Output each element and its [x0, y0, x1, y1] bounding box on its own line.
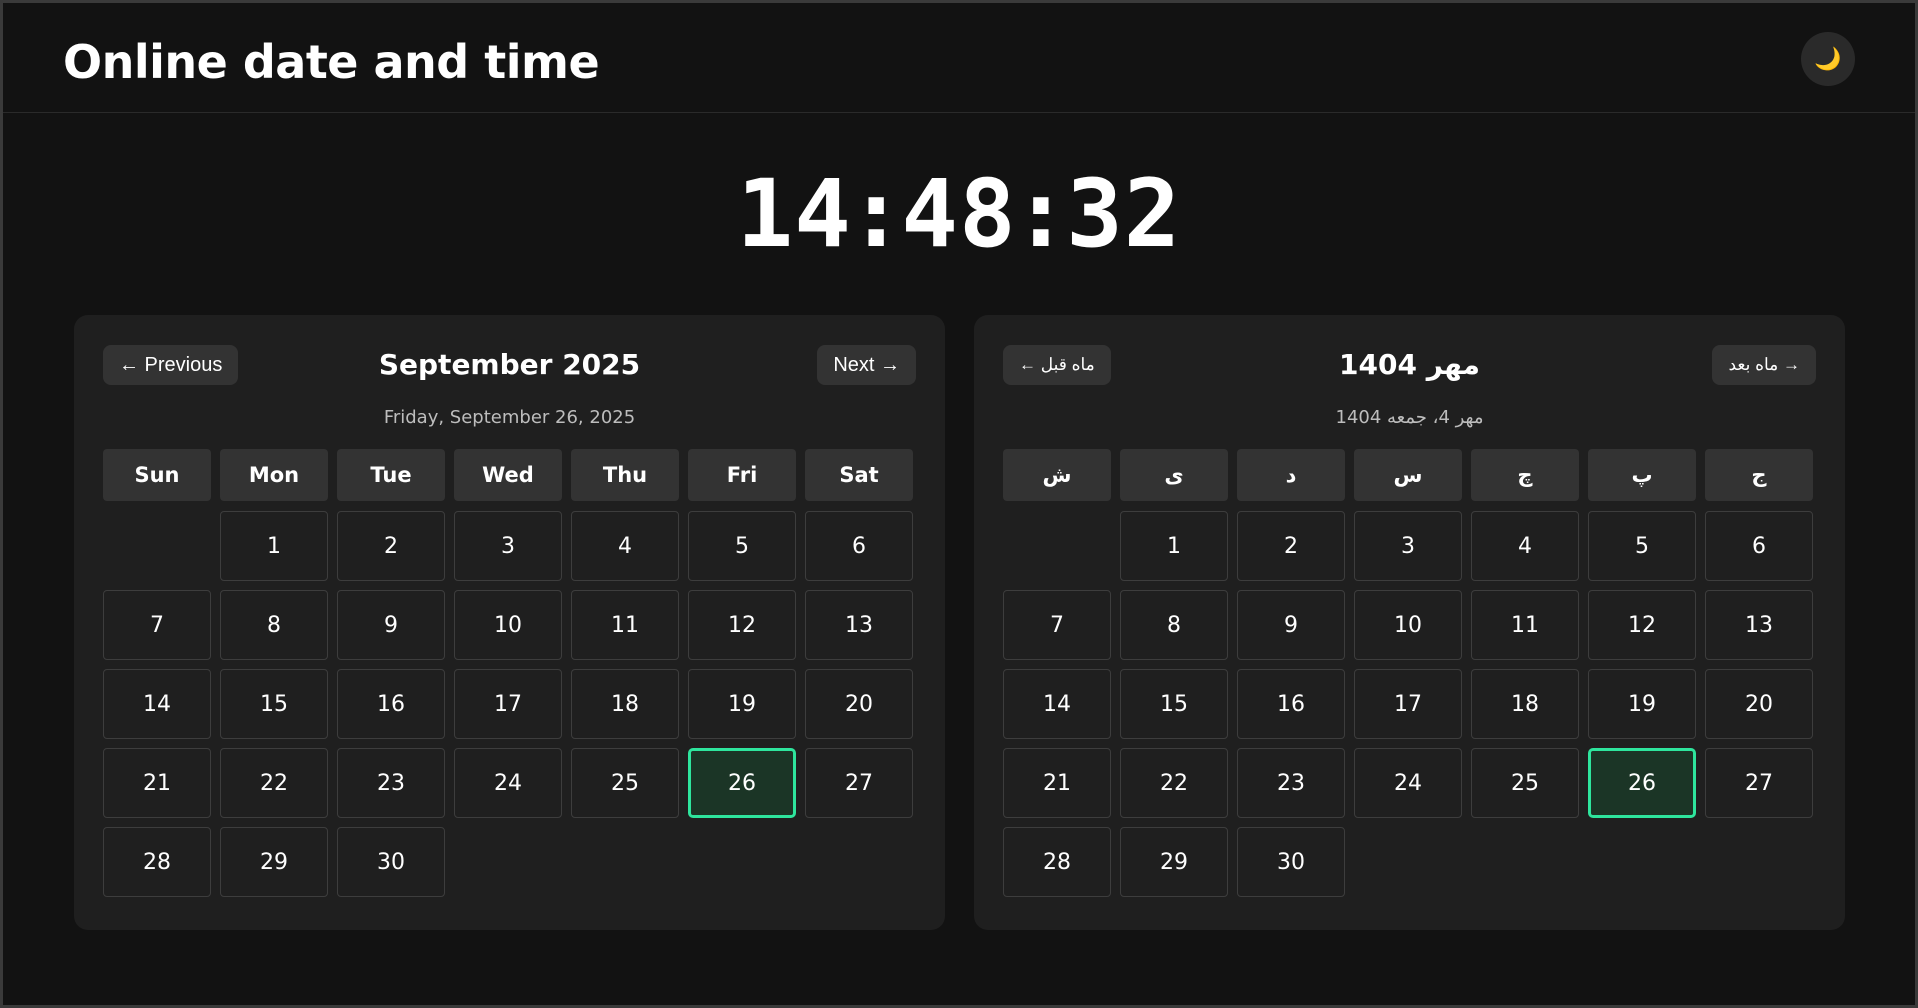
day-cell[interactable]: 23	[337, 748, 445, 818]
weekday-header: Sat	[805, 449, 913, 501]
day-cell[interactable]: 6	[805, 511, 913, 581]
next-month-button[interactable]: Next →	[817, 345, 916, 385]
day-grid: 1 2 3 4 5 6 7 8 9 10 11 12 13 14 15 16 17 18 19 20 21 22 23 24 2…	[103, 511, 916, 897]
day-cell[interactable]: 23	[1237, 748, 1345, 818]
day-cell[interactable]: 1	[220, 511, 328, 581]
day-cell[interactable]: 1	[1120, 511, 1228, 581]
day-cell[interactable]: 17	[454, 669, 562, 739]
day-cell[interactable]: 7	[1003, 590, 1111, 660]
weekday-header: Thu	[571, 449, 679, 501]
day-cell[interactable]: 28	[1003, 827, 1111, 897]
day-cell[interactable]: 21	[103, 748, 211, 818]
day-cell[interactable]: 13	[805, 590, 913, 660]
weekday-header: س	[1354, 449, 1462, 501]
weekday-header: ی	[1120, 449, 1228, 501]
weekday-header: Fri	[688, 449, 796, 501]
day-cell[interactable]: 8	[1120, 590, 1228, 660]
empty-day-cell	[1003, 511, 1111, 581]
weekday-header: Mon	[220, 449, 328, 501]
day-cell[interactable]: 13	[1705, 590, 1813, 660]
day-cell[interactable]: 28	[103, 827, 211, 897]
day-cell[interactable]: 4	[571, 511, 679, 581]
day-cell[interactable]: 20	[1705, 669, 1813, 739]
day-cell[interactable]: 2	[1237, 511, 1345, 581]
weekday-header: پ	[1588, 449, 1696, 501]
persian-calendar: ← ماه قبل مهر 1404 ماه بعد → مهر 4، جمعه…	[974, 315, 1845, 930]
weekday-header: د	[1237, 449, 1345, 501]
gregorian-calendar: ← Previous September 2025 Next → Friday,…	[74, 315, 945, 930]
day-cell[interactable]: 7	[103, 590, 211, 660]
weekday-header-row: ش ی د س چ پ ج	[1003, 449, 1816, 501]
day-cell[interactable]: 6	[1705, 511, 1813, 581]
day-cell[interactable]: 14	[1003, 669, 1111, 739]
day-cell[interactable]: 12	[1588, 590, 1696, 660]
weekday-header-row: Sun Mon Tue Wed Thu Fri Sat	[103, 449, 916, 501]
empty-day-cell	[103, 511, 211, 581]
day-cell[interactable]: 16	[1237, 669, 1345, 739]
day-cell-today[interactable]: 26	[688, 748, 796, 818]
day-cell[interactable]: 29	[220, 827, 328, 897]
day-cell[interactable]: 18	[1471, 669, 1579, 739]
day-cell[interactable]: 3	[1354, 511, 1462, 581]
clock-minutes: 48	[901, 160, 1017, 269]
day-cell[interactable]: 10	[1354, 590, 1462, 660]
day-grid: 1 2 3 4 5 6 7 8 9 10 11 12 13 14 15 16 17 18 19 20 21 22 23 24 2…	[1003, 511, 1816, 897]
app-header: Online date and time 🌙	[3, 3, 1915, 113]
day-cell[interactable]: 11	[1471, 590, 1579, 660]
clock-hours: 14	[736, 160, 852, 269]
month-title: September 2025	[378, 348, 641, 381]
day-cell[interactable]: 9	[337, 590, 445, 660]
day-cell[interactable]: 5	[688, 511, 796, 581]
day-cell[interactable]: 16	[337, 669, 445, 739]
day-cell[interactable]: 22	[220, 748, 328, 818]
day-cell[interactable]: 19	[1588, 669, 1696, 739]
day-cell[interactable]: 30	[337, 827, 445, 897]
day-cell[interactable]: 12	[688, 590, 796, 660]
weekday-header: چ	[1471, 449, 1579, 501]
day-cell[interactable]: 30	[1237, 827, 1345, 897]
day-cell[interactable]: 15	[220, 669, 328, 739]
digital-clock: 14:48:32	[0, 160, 1918, 269]
day-cell[interactable]: 21	[1003, 748, 1111, 818]
weekday-header: Wed	[454, 449, 562, 501]
page-title: Online date and time	[63, 35, 600, 89]
next-month-button[interactable]: ماه بعد →	[1712, 345, 1816, 385]
day-cell-today[interactable]: 26	[1588, 748, 1696, 818]
weekday-header: Tue	[337, 449, 445, 501]
day-cell[interactable]: 5	[1588, 511, 1696, 581]
day-cell[interactable]: 11	[571, 590, 679, 660]
day-cell[interactable]: 9	[1237, 590, 1345, 660]
day-cell[interactable]: 18	[571, 669, 679, 739]
clock-seconds: 32	[1066, 160, 1182, 269]
day-cell[interactable]: 10	[454, 590, 562, 660]
weekday-header: ج	[1705, 449, 1813, 501]
day-cell[interactable]: 15	[1120, 669, 1228, 739]
weekday-header: Sun	[103, 449, 211, 501]
full-date: Friday, September 26, 2025	[383, 407, 636, 428]
day-cell[interactable]: 3	[454, 511, 562, 581]
day-cell[interactable]: 24	[454, 748, 562, 818]
day-cell[interactable]: 27	[805, 748, 913, 818]
day-cell[interactable]: 8	[220, 590, 328, 660]
day-cell[interactable]: 17	[1354, 669, 1462, 739]
day-cell[interactable]: 29	[1120, 827, 1228, 897]
day-cell[interactable]: 20	[805, 669, 913, 739]
day-cell[interactable]: 4	[1471, 511, 1579, 581]
full-date: مهر 4، جمعه 1404	[1335, 407, 1484, 428]
day-cell[interactable]: 25	[571, 748, 679, 818]
crescent-moon-icon: 🌙	[1814, 46, 1842, 72]
day-cell[interactable]: 19	[688, 669, 796, 739]
clock-separator: :	[1012, 160, 1071, 269]
day-cell[interactable]: 2	[337, 511, 445, 581]
day-cell[interactable]: 25	[1471, 748, 1579, 818]
day-cell[interactable]: 27	[1705, 748, 1813, 818]
day-cell[interactable]: 24	[1354, 748, 1462, 818]
clock-separator: :	[847, 160, 906, 269]
day-cell[interactable]: 14	[103, 669, 211, 739]
theme-toggle-button[interactable]: 🌙	[1801, 32, 1855, 86]
weekday-header: ش	[1003, 449, 1111, 501]
day-cell[interactable]: 22	[1120, 748, 1228, 818]
